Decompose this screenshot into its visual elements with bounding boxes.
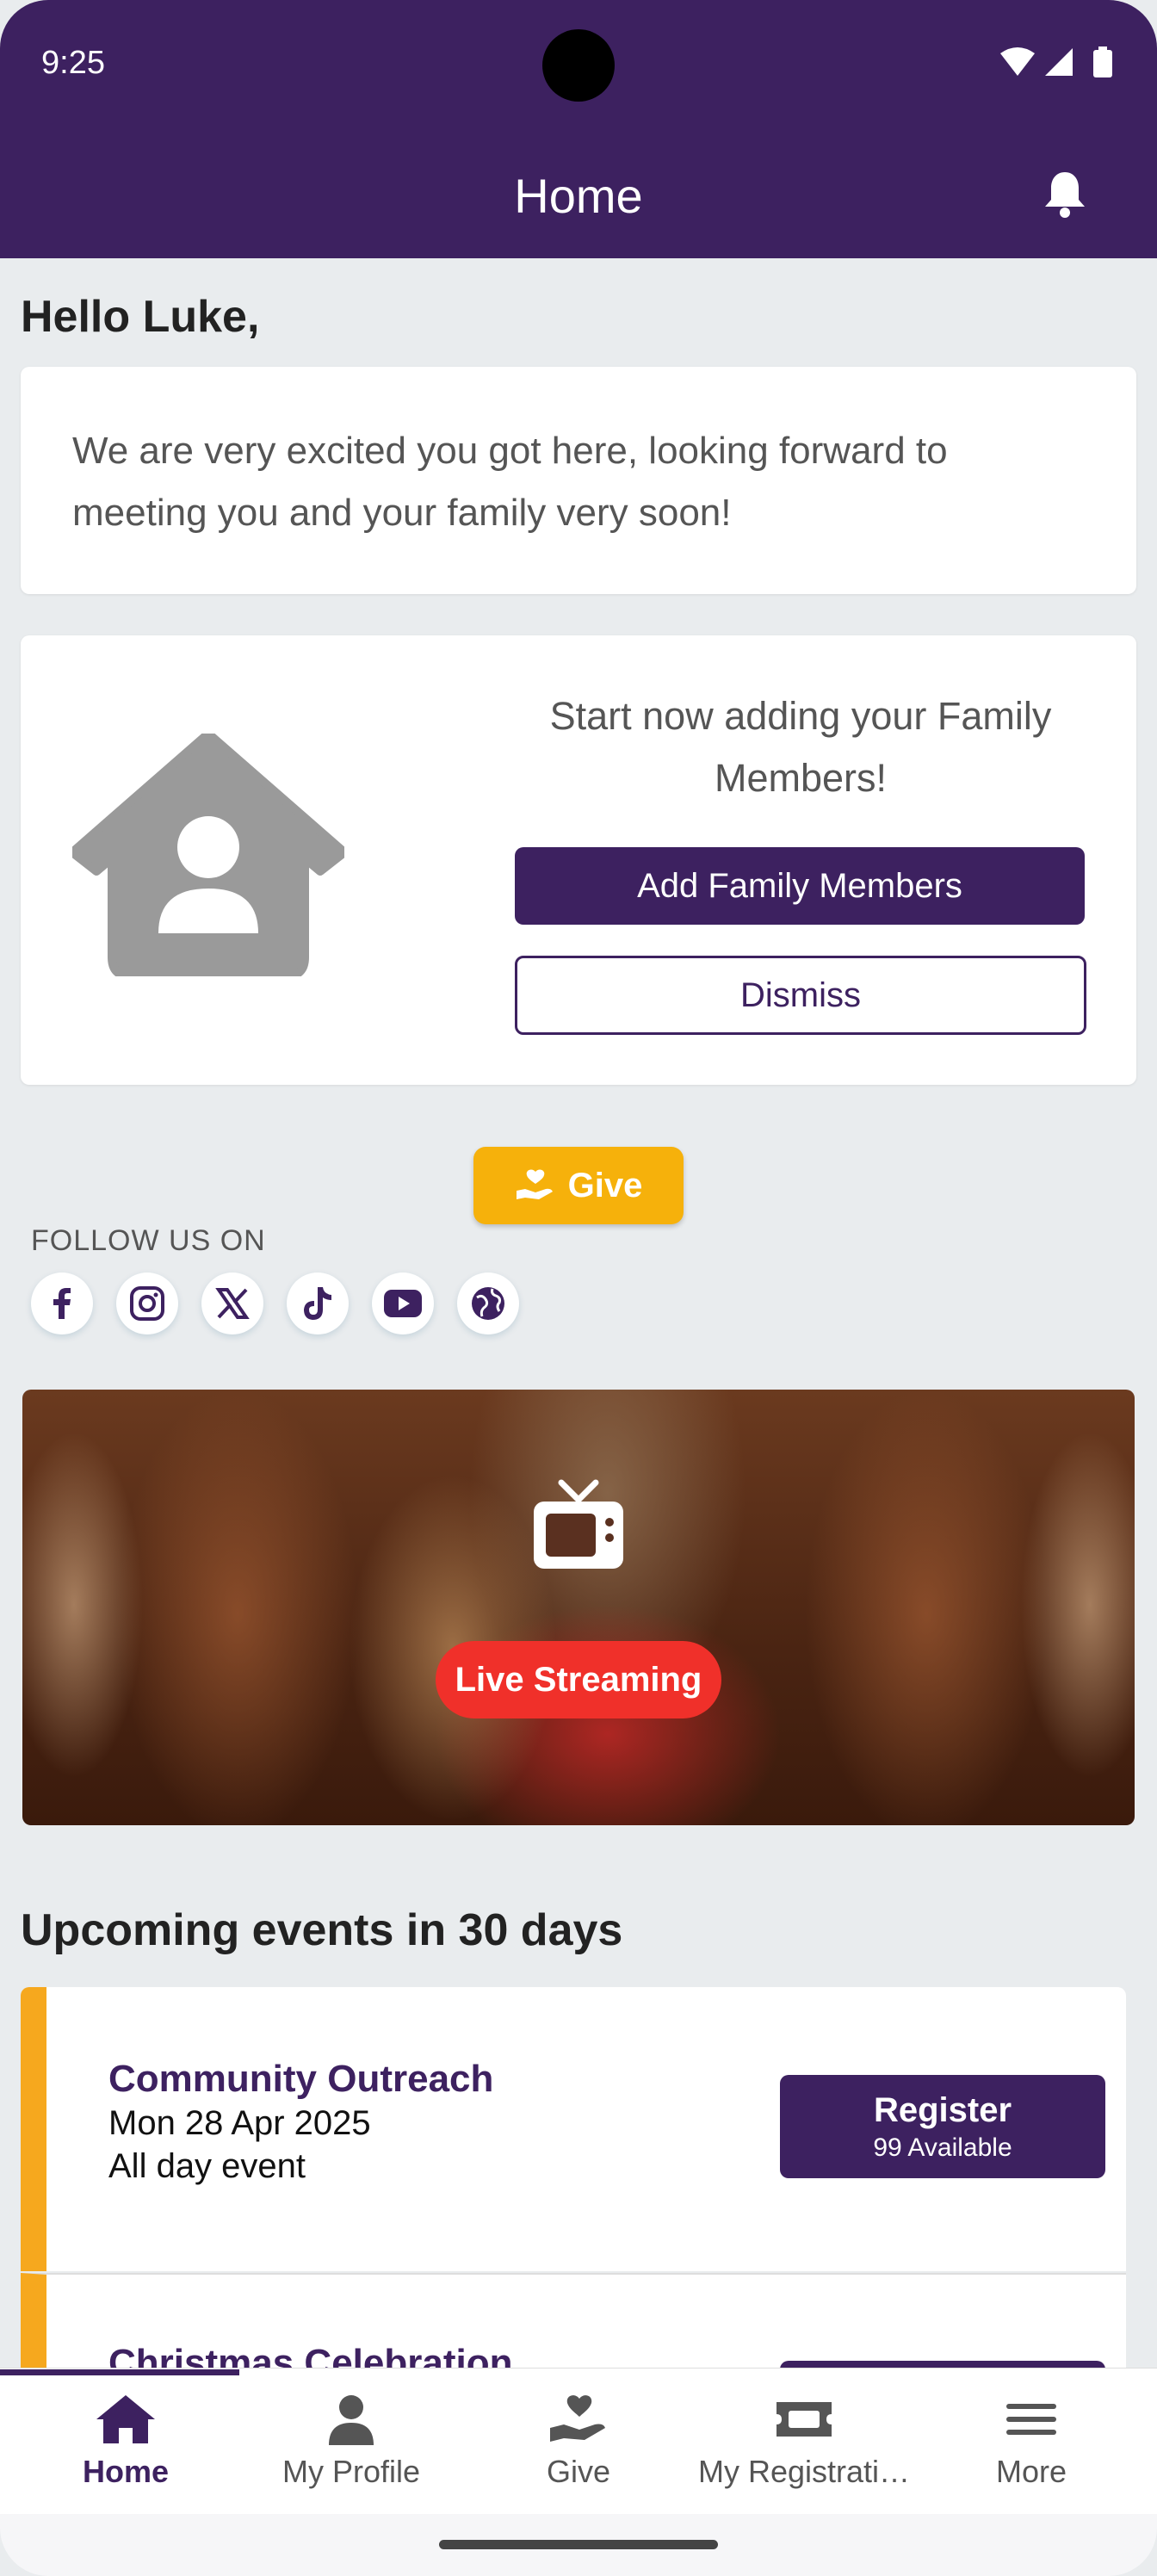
give-hand-icon	[516, 1169, 553, 1199]
status-icons	[999, 45, 1116, 87]
events-heading: Upcoming events in 30 days	[21, 1905, 623, 1955]
gesture-handle[interactable]	[439, 2540, 718, 2549]
event-card[interactable]: Christmas Celebration	[21, 2273, 1126, 2376]
ticket-icon	[776, 2402, 832, 2437]
give-hand-icon	[550, 2395, 605, 2442]
page-title: Home	[514, 169, 643, 223]
nav-label: My Profile	[282, 2454, 421, 2489]
live-streaming-badge[interactable]: Live Streaming	[436, 1641, 721, 1718]
active-tab-indicator	[0, 2369, 239, 2375]
add-family-members-button[interactable]: Add Family Members	[515, 847, 1085, 925]
camera-cutout	[542, 29, 615, 102]
nav-label: My Registrati…	[697, 2454, 911, 2489]
person-icon	[329, 2395, 374, 2445]
dismiss-button[interactable]: Dismiss	[515, 956, 1086, 1035]
register-label: Register	[873, 2090, 1012, 2129]
signal-icon	[1045, 48, 1073, 76]
home-icon	[96, 2395, 155, 2443]
youtube-icon[interactable]	[372, 1273, 434, 1334]
nav-home[interactable]: Home	[10, 2393, 241, 2490]
battery-icon	[1093, 46, 1112, 77]
welcome-message: We are very excited you got here, lookin…	[72, 430, 948, 534]
availability-count: 99 Available	[873, 2133, 1012, 2162]
family-prompt: Start now adding your Family Members!	[549, 694, 1052, 800]
nav-my-registrations[interactable]: My Registrati…	[689, 2393, 919, 2490]
register-button[interactable]: Register 99 Available	[780, 2075, 1105, 2178]
menu-icon	[1006, 2404, 1056, 2435]
facebook-icon[interactable]	[31, 1273, 93, 1334]
nav-label: Home	[82, 2454, 170, 2489]
event-date: Mon 28 Apr 2025	[108, 2104, 371, 2142]
nav-give[interactable]: Give	[463, 2393, 694, 2490]
website-globe-icon[interactable]	[457, 1273, 519, 1334]
notification-bell-icon[interactable]	[1042, 169, 1088, 220]
tiktok-icon[interactable]	[287, 1273, 349, 1334]
give-button[interactable]: Give	[473, 1147, 684, 1224]
status-time: 9:25	[41, 45, 105, 81]
follow-label: FOLLOW US ON	[31, 1224, 266, 1257]
give-label: Give	[567, 1166, 643, 1204]
tv-icon	[530, 1477, 627, 1574]
greeting: Hello Luke,	[21, 292, 260, 342]
event-title: Community Outreach	[108, 2058, 494, 2100]
nav-label: Give	[546, 2454, 611, 2489]
event-time: All day event	[108, 2147, 306, 2185]
family-home-icon	[68, 729, 349, 981]
nav-my-profile[interactable]: My Profile	[236, 2393, 467, 2490]
x-icon[interactable]	[201, 1273, 263, 1334]
nav-more[interactable]: More	[916, 2393, 1147, 2490]
nav-label: More	[995, 2454, 1067, 2489]
instagram-icon[interactable]	[116, 1273, 178, 1334]
wifi-icon	[1000, 47, 1035, 76]
live-stream-card[interactable]	[22, 1390, 1135, 1825]
